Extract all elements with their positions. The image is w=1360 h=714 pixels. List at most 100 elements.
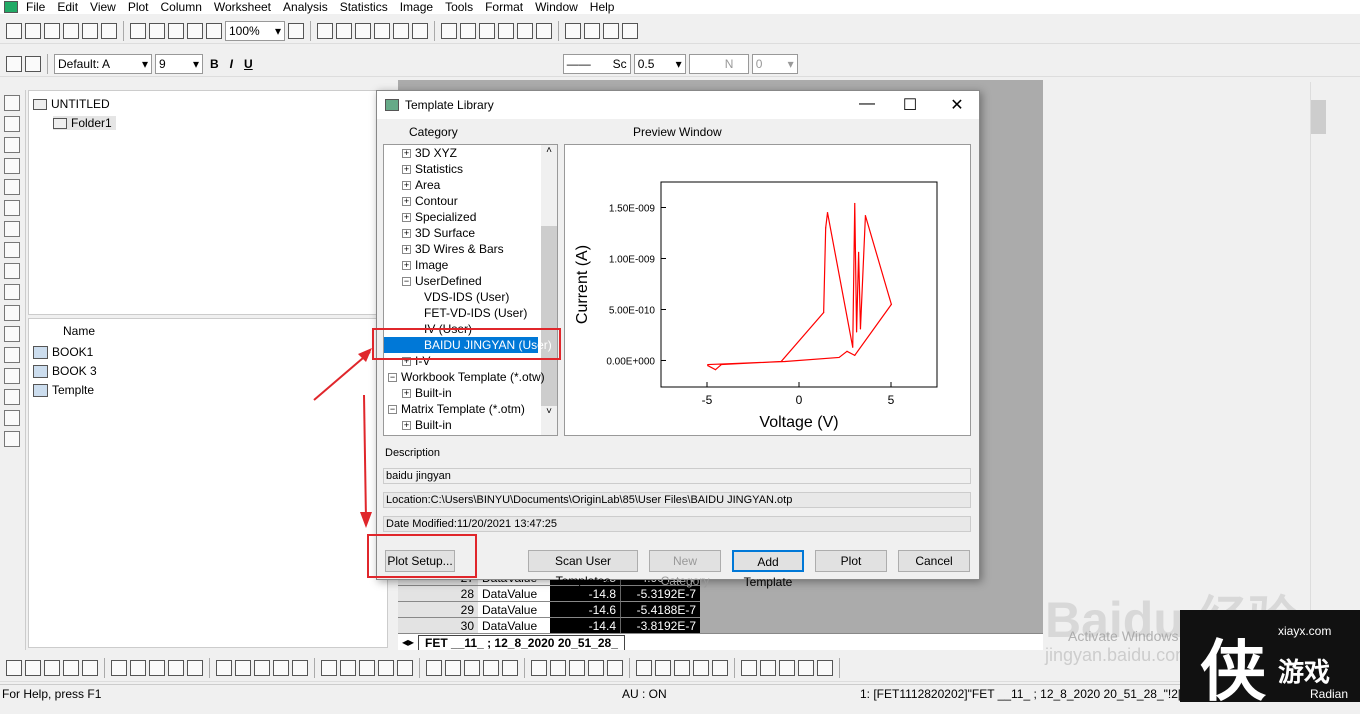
toolbar-button-icon[interactable] [25, 22, 41, 39]
expand-icon[interactable]: + [402, 389, 411, 399]
explorer-item[interactable]: BOOK1 [33, 345, 93, 359]
fill-value-select[interactable]: 0 ▾ [751, 53, 798, 74]
tool-icon[interactable] [4, 137, 20, 153]
menu-help[interactable]: Help [586, 0, 623, 14]
toolbar-button-icon[interactable] [25, 659, 41, 676]
cell-a[interactable]: -14.4 [550, 618, 620, 634]
toolbar-button-icon[interactable] [397, 659, 413, 676]
toolbar-button-icon[interactable] [374, 22, 390, 39]
toolbar-button-icon[interactable] [187, 22, 203, 39]
toolbar-button-icon[interactable] [798, 659, 814, 676]
root-folder[interactable]: UNTITLED [33, 97, 110, 111]
line-style-select[interactable]: —— Sc [562, 53, 631, 74]
toolbar-button-icon[interactable] [216, 659, 232, 676]
tool-icon[interactable] [4, 200, 20, 216]
toolbar-button-icon[interactable] [536, 22, 552, 39]
cell-b[interactable]: -3.8192E-7 [620, 618, 700, 634]
add-template-button[interactable]: Add Template [732, 550, 804, 589]
vertical-scrollbar[interactable] [1310, 82, 1326, 650]
explorer-item[interactable]: Templte [33, 383, 94, 397]
menu-edit[interactable]: Edit [53, 0, 86, 14]
toolbar-button-icon[interactable] [712, 659, 728, 676]
expand-icon[interactable]: + [402, 213, 411, 223]
toolbar-button-icon[interactable] [149, 659, 165, 676]
explorer-item[interactable]: BOOK 3 [33, 364, 97, 378]
tool-icon[interactable] [4, 242, 20, 258]
table-row[interactable]: 28 DataValue -14.8 -5.3192E-7 [398, 586, 700, 602]
toolbar-button-icon[interactable] [607, 659, 623, 676]
toolbar-button-icon[interactable] [603, 22, 619, 39]
toolbar-button-icon[interactable] [336, 22, 352, 39]
menu-view[interactable]: View [86, 0, 124, 14]
collapse-icon[interactable]: − [388, 405, 397, 415]
toolbar-button-icon[interactable] [130, 22, 146, 39]
tool-icon[interactable] [4, 95, 20, 111]
expand-icon[interactable]: + [402, 261, 411, 271]
cell-n[interactable]: 28 [398, 586, 478, 602]
toolbar-button-icon[interactable] [63, 22, 79, 39]
font-size-select[interactable]: 9 ▾ [155, 53, 203, 74]
toolbar-button-icon[interactable] [817, 659, 833, 676]
plot-button[interactable]: Plot [815, 550, 887, 572]
toolbar-button-icon[interactable] [479, 22, 495, 39]
toolbar-button-icon[interactable] [517, 22, 533, 39]
tree-item[interactable]: − Matrix Template (*.otm) [388, 401, 525, 417]
italic-button[interactable]: I [226, 57, 237, 71]
toolbar-button-icon[interactable] [63, 659, 79, 676]
menu-file[interactable]: File [22, 0, 53, 14]
tool-icon[interactable] [4, 305, 20, 321]
toolbar-button-icon[interactable] [674, 659, 690, 676]
toolbar-button-icon[interactable] [355, 22, 371, 39]
toolbar-button-icon[interactable] [588, 659, 604, 676]
toolbar-button-icon[interactable] [426, 659, 442, 676]
toolbar-button-icon[interactable] [779, 659, 795, 676]
toolbar-button-icon[interactable] [288, 22, 304, 39]
toolbar-button-icon[interactable] [292, 659, 308, 676]
tool-icon[interactable] [4, 389, 20, 405]
category-tree[interactable]: ˄ ˅ +3D XYZ + Statistics + Area + Contour + Spec… [383, 144, 558, 436]
toolbar-button-icon[interactable] [741, 659, 757, 676]
toolbar-button-icon[interactable] [168, 659, 184, 676]
toolbar-button-icon[interactable] [273, 659, 289, 676]
expand-icon[interactable]: + [402, 229, 411, 239]
toolbar-button-icon[interactable] [531, 659, 547, 676]
toolbar-button-icon[interactable] [82, 22, 98, 39]
toolbar-button-icon[interactable] [359, 659, 375, 676]
expand-icon[interactable]: + [402, 181, 411, 191]
tree-item[interactable]: +3D Wires & Bars [402, 241, 504, 257]
scan-user-templates-button[interactable]: Scan User Templates [528, 550, 638, 588]
tree-item[interactable]: + Contour [402, 193, 458, 209]
cell-a[interactable]: -14.6 [550, 602, 620, 618]
cell-label[interactable]: DataValue [478, 602, 550, 618]
tool-icon[interactable] [4, 284, 20, 300]
toolbar-button-icon[interactable] [44, 22, 60, 39]
cell-n[interactable]: 29 [398, 602, 478, 618]
toolbar-button-icon[interactable] [6, 22, 22, 39]
expand-icon[interactable]: + [402, 245, 411, 255]
fill-select[interactable]: N [688, 53, 749, 74]
toolbar-button-icon[interactable] [111, 659, 127, 676]
underline-button[interactable]: U [240, 57, 257, 71]
toolbar-button-icon[interactable] [483, 659, 499, 676]
tool-icon[interactable] [4, 431, 20, 447]
toolbar-button-icon[interactable] [622, 22, 638, 39]
toolbar-button-icon[interactable] [187, 659, 203, 676]
menu-plot[interactable]: Plot [124, 0, 157, 14]
toolbar-button-icon[interactable] [6, 659, 22, 676]
menu-window[interactable]: Window [531, 0, 586, 14]
toolbar-button-icon[interactable] [130, 659, 146, 676]
menu-tools[interactable]: Tools [441, 0, 481, 14]
expand-icon[interactable]: + [402, 149, 411, 159]
tool-icon[interactable] [4, 410, 20, 426]
table-row[interactable]: 29 DataValue -14.6 -5.4188E-7 [398, 602, 700, 618]
cell-b[interactable]: -5.4188E-7 [620, 602, 700, 618]
tool-icon[interactable] [4, 221, 20, 237]
cell-n[interactable]: 30 [398, 618, 478, 634]
toolbar-button-icon[interactable] [565, 22, 581, 39]
pencil-icon[interactable] [6, 55, 22, 72]
layer-icon[interactable] [25, 55, 41, 72]
toolbar-button-icon[interactable] [235, 659, 251, 676]
toolbar-button-icon[interactable] [550, 659, 566, 676]
line-width-select[interactable]: 0.5 ▾ [633, 53, 686, 74]
cell-label[interactable]: DataValue [478, 586, 550, 602]
